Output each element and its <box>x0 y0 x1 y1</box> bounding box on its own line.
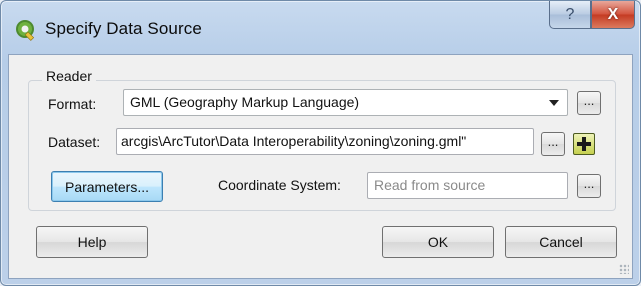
ok-button[interactable]: OK <box>382 226 494 258</box>
format-label: Format: <box>48 96 97 112</box>
resize-grip-icon[interactable] <box>619 264 629 274</box>
add-dataset-button[interactable] <box>573 133 595 155</box>
title-bar[interactable]: Specify Data Source ? X <box>1 1 640 55</box>
coordinate-system-label: Coordinate System: <box>218 177 341 193</box>
coordinate-system-input[interactable]: Read from source <box>367 172 568 199</box>
cancel-button[interactable]: Cancel <box>505 226 617 258</box>
coordinate-system-placeholder: Read from source <box>374 177 486 193</box>
format-value: GML (Geography Markup Language) <box>130 94 360 110</box>
format-combobox[interactable]: GML (Geography Markup Language) <box>123 89 568 116</box>
parameters-button[interactable]: Parameters... <box>51 171 163 202</box>
coordinate-system-browse-button[interactable]: ... <box>577 174 601 198</box>
dataset-browse-button[interactable]: ... <box>541 132 565 156</box>
titlebar-help-button[interactable]: ? <box>549 1 591 29</box>
dataset-input[interactable]: arcgis\ArcTutor\Data Interoperability\zo… <box>116 128 534 155</box>
format-browse-button[interactable]: ... <box>577 91 601 115</box>
qgis-app-icon <box>16 20 35 41</box>
dataset-label: Dataset: <box>48 134 101 150</box>
chevron-down-icon[interactable] <box>549 100 559 106</box>
dialog-title: Specify Data Source <box>45 19 202 38</box>
titlebar-close-button[interactable]: X <box>591 1 635 29</box>
help-button[interactable]: Help <box>36 226 148 258</box>
reader-group-title: Reader <box>42 68 96 84</box>
